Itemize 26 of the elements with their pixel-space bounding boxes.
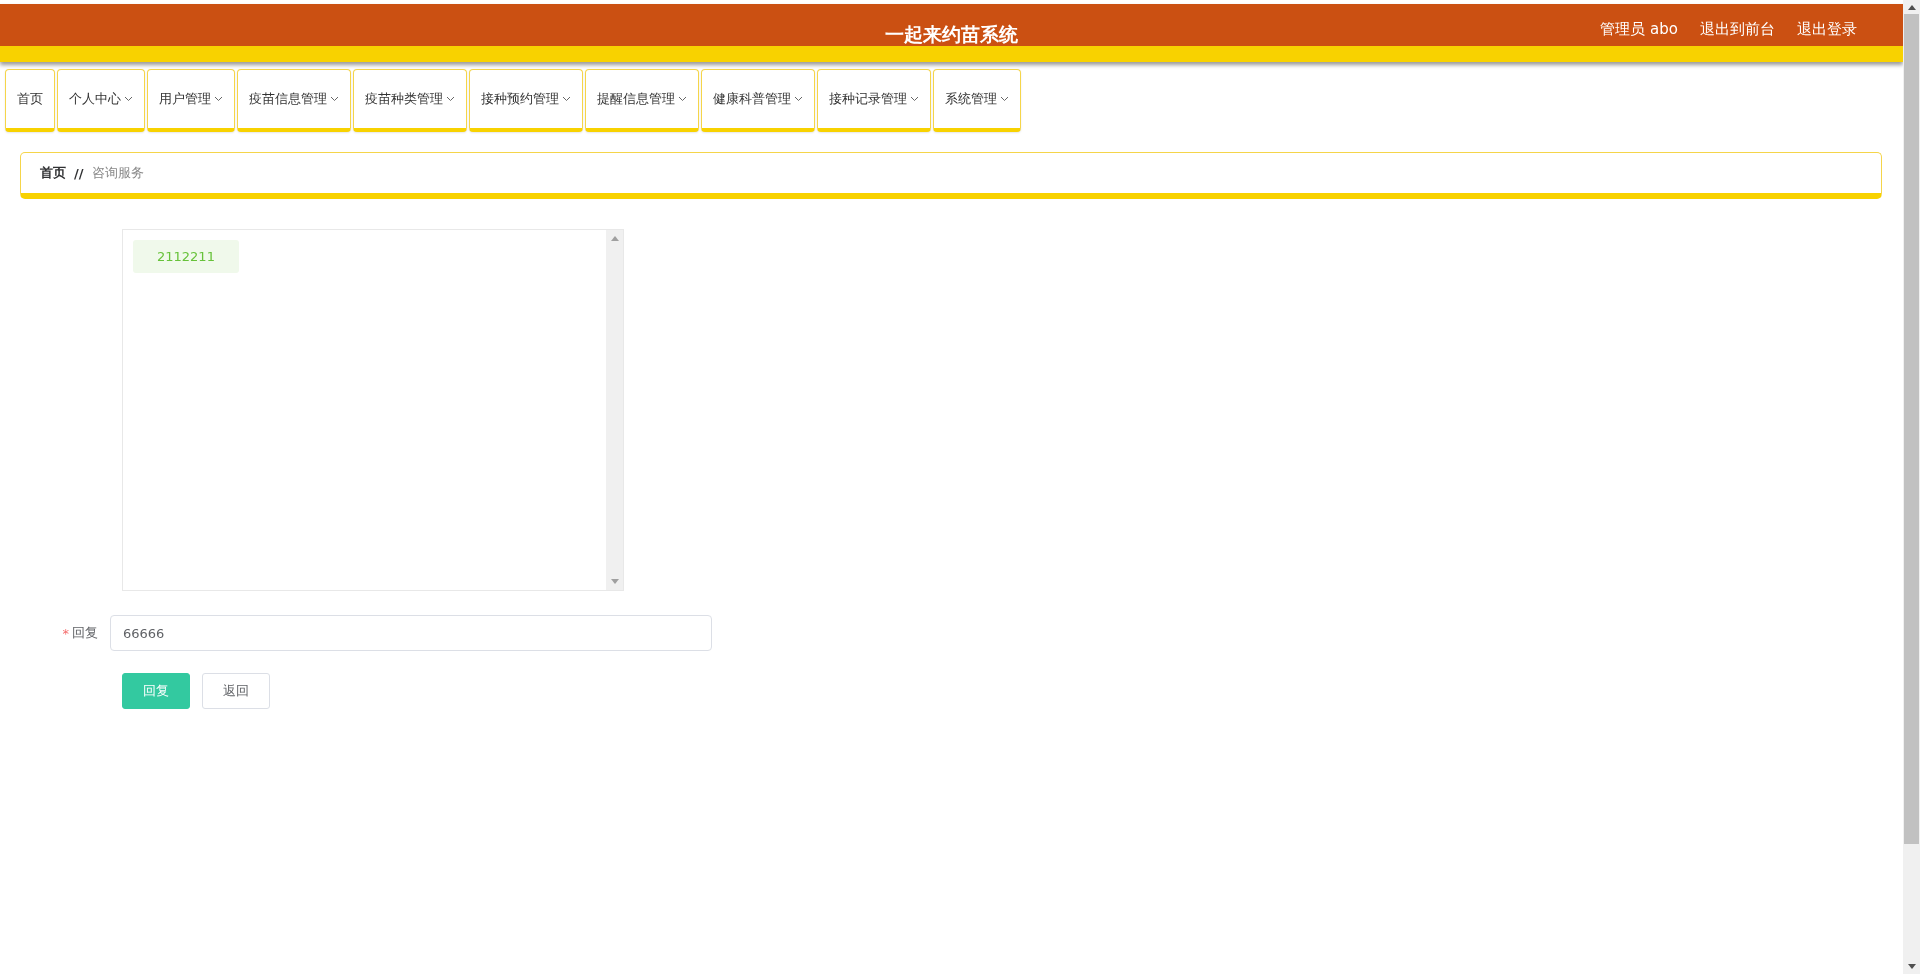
nav-menu-item[interactable]: 系统管理 bbox=[933, 69, 1021, 132]
system-title: 一起来约苗系统 bbox=[885, 22, 1018, 46]
header-link[interactable]: 退出到前台 bbox=[1700, 19, 1775, 39]
nav-menu-item[interactable]: 个人中心 bbox=[57, 69, 145, 132]
nav-menu-item[interactable]: 疫苗种类管理 bbox=[353, 69, 467, 132]
breadcrumb-separator: // bbox=[74, 165, 84, 181]
nav-menu-item[interactable]: 首页 bbox=[5, 69, 55, 132]
message-bubble: 2112211 bbox=[133, 240, 239, 273]
nav-menu-item[interactable]: 提醒信息管理 bbox=[585, 69, 699, 132]
back-button[interactable]: 返回 bbox=[202, 673, 270, 709]
required-mark: * bbox=[62, 625, 69, 641]
reply-input-field[interactable]: 66666 bbox=[110, 615, 712, 651]
reply-label: 回复 bbox=[72, 624, 98, 642]
scroll-down-arrow-icon[interactable] bbox=[1907, 964, 1916, 969]
breadcrumb-home-link[interactable]: 首页 bbox=[40, 164, 66, 182]
page-scrollbar[interactable] bbox=[1903, 0, 1920, 974]
scrollbar-thumb[interactable] bbox=[1904, 14, 1919, 844]
header-link[interactable]: 退出登录 bbox=[1797, 19, 1857, 39]
breadcrumb-current: 咨询服务 bbox=[91, 164, 144, 182]
scroll-up-arrow-icon[interactable] bbox=[1907, 5, 1916, 10]
nav-menu-item[interactable]: 用户管理 bbox=[147, 69, 235, 132]
nav-menu-item[interactable]: 疫苗信息管理 bbox=[237, 69, 351, 132]
nav-menu-item[interactable]: 接种预约管理 bbox=[469, 69, 583, 132]
header-link[interactable]: 管理员 abo bbox=[1600, 19, 1678, 39]
nav-menu-item[interactable]: 健康科普管理 bbox=[701, 69, 815, 132]
nav-menu-item[interactable]: 接种记录管理 bbox=[817, 69, 931, 132]
